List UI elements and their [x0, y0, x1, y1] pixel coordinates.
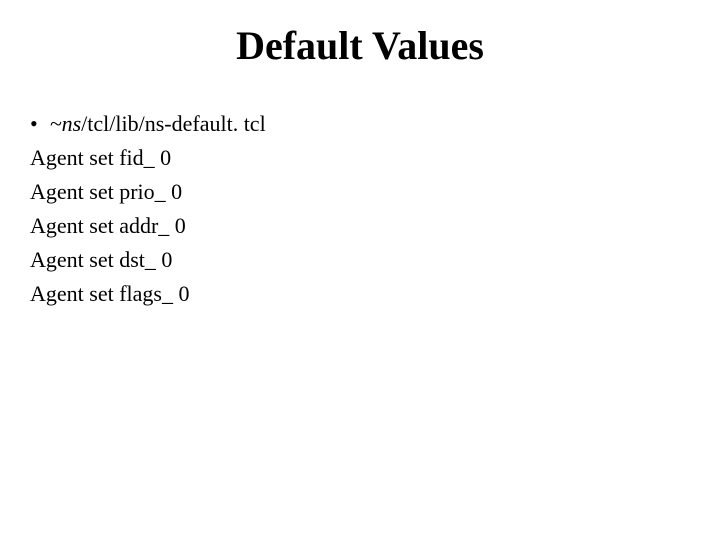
code-line: Agent set addr_ 0 — [30, 209, 690, 243]
bullet-item: • ~ns/tcl/lib/ns-default. tcl — [30, 107, 690, 141]
bullet-text: ~ns/tcl/lib/ns-default. tcl — [50, 107, 266, 141]
bullet-prefix-italic: ~ns — [50, 111, 81, 136]
slide: Default Values • ~ns/tcl/lib/ns-default.… — [0, 0, 720, 540]
code-line: Agent set prio_ 0 — [30, 175, 690, 209]
slide-title: Default Values — [30, 22, 690, 69]
slide-content: • ~ns/tcl/lib/ns-default. tcl Agent set … — [30, 107, 690, 312]
bullet-suffix: /tcl/lib/ns-default. tcl — [81, 111, 266, 136]
code-line: Agent set dst_ 0 — [30, 243, 690, 277]
bullet-marker: • — [30, 107, 38, 141]
code-line: Agent set fid_ 0 — [30, 141, 690, 175]
code-line: Agent set flags_ 0 — [30, 277, 690, 311]
